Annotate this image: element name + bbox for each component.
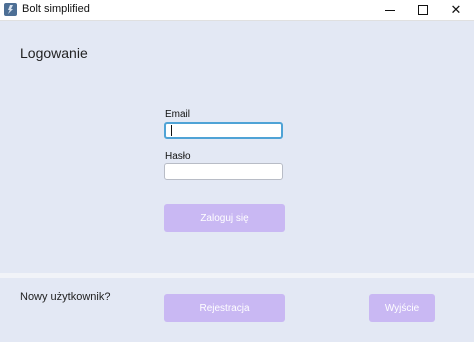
exit-button[interactable]: Wyjście xyxy=(369,294,435,322)
email-label: Email xyxy=(165,109,191,120)
window-title: Bolt simplified xyxy=(22,3,90,15)
email-field[interactable] xyxy=(164,122,283,139)
password-label: Hasło xyxy=(165,151,191,162)
password-field[interactable] xyxy=(164,163,283,180)
login-heading: Logowanie xyxy=(20,45,88,61)
new-user-text: Nowy użytkownik? xyxy=(20,291,111,303)
login-panel: Logowanie Email Hasło Zaloguj się xyxy=(0,21,474,273)
close-button[interactable]: ✕ xyxy=(436,0,474,20)
minimize-icon xyxy=(385,10,395,11)
register-button[interactable]: Rejestracja xyxy=(164,294,285,322)
maximize-icon xyxy=(418,5,428,15)
footer-panel: Nowy użytkownik? Rejestracja Wyjście xyxy=(0,278,474,342)
text-caret xyxy=(171,125,172,136)
title-bar: Bolt simplified ✕ xyxy=(0,0,474,21)
close-icon: ✕ xyxy=(450,2,462,17)
login-button[interactable]: Zaloguj się xyxy=(164,204,285,232)
app-logo-icon xyxy=(4,3,17,16)
